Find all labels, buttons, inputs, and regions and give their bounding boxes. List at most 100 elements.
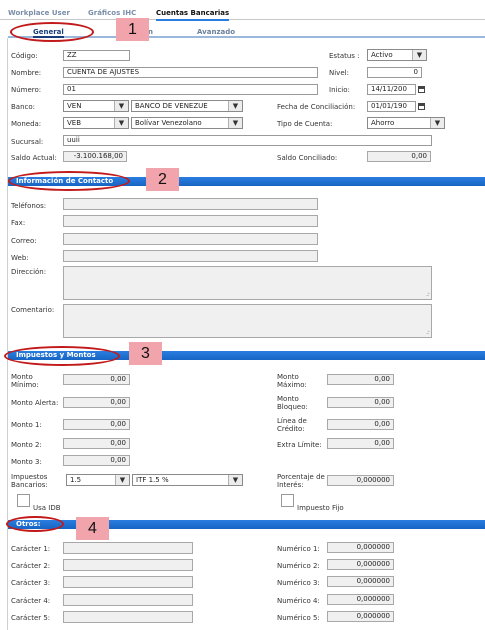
chevron-down-icon: ▼ <box>430 118 444 128</box>
chevron-down-icon: ▼ <box>228 475 242 485</box>
monto-1-field[interactable]: 0,00 <box>63 419 130 430</box>
banco-label: Banco: <box>11 103 36 111</box>
monto-maximo-label: Monto Máximo: <box>277 373 307 389</box>
estatus-select[interactable]: Activo ▼ <box>367 49 427 61</box>
saldo-actual-field: -3.100.168,00 <box>63 151 127 162</box>
moneda-label: Moneda: <box>11 120 42 128</box>
caracter-3-field[interactable] <box>63 576 193 588</box>
panel-left-border <box>7 38 8 630</box>
sucursal-label: Sucursal: <box>11 138 44 146</box>
monto-minimo-field[interactable]: 0,00 <box>63 374 130 385</box>
monto-alerta-label: Monto Alerta: <box>11 399 59 407</box>
annotation-ellipse-1 <box>10 22 94 42</box>
monto-alerta-field[interactable]: 0,00 <box>63 397 130 408</box>
caracter-2-label: Carácter 2: <box>11 562 51 570</box>
saldo-conciliado-label: Saldo Conciliado: <box>277 154 338 162</box>
numerico-1-label: Numérico 1: <box>277 545 320 553</box>
chevron-down-icon: ▼ <box>115 475 129 485</box>
estatus-label: Estatus : <box>329 52 360 60</box>
calendar-icon[interactable] <box>418 86 425 93</box>
chevron-down-icon: ▼ <box>114 101 128 111</box>
usa-idb-label: Usa IDB <box>33 504 61 512</box>
banco-name-value: BANCO DE VENEZUE <box>135 102 208 110</box>
numerico-4-field[interactable]: 0,000000 <box>327 594 394 605</box>
numero-label: Número: <box>11 86 42 94</box>
web-field[interactable] <box>63 250 318 262</box>
numerico-1-field[interactable]: 0,000000 <box>327 542 394 553</box>
numerico-4-label: Numérico 4: <box>277 597 320 605</box>
caracter-4-field[interactable] <box>63 594 193 606</box>
comentario-textarea[interactable]: .:· <box>63 304 432 338</box>
tab-workplace-user[interactable]: Workplace User <box>8 9 70 17</box>
direccion-textarea[interactable]: .:· <box>63 266 432 300</box>
fax-field[interactable] <box>63 215 318 227</box>
numero-field[interactable]: 01 <box>63 84 318 95</box>
annotation-ellipse-4 <box>6 516 64 532</box>
tipo-cuenta-select[interactable]: Ahorro ▼ <box>367 117 445 129</box>
subtab-avanzado[interactable]: Avanzado <box>197 28 235 36</box>
inicio-date-field[interactable]: 14/11/200 <box>367 84 416 95</box>
resize-grip-icon[interactable]: .:· <box>426 292 430 298</box>
porcentaje-interes-field[interactable]: 0,000000 <box>327 475 394 486</box>
banco-code-select[interactable]: VEN ▼ <box>63 100 129 112</box>
chevron-down-icon: ▼ <box>228 118 242 128</box>
nombre-field[interactable]: CUENTA DE AJUSTES <box>63 67 318 78</box>
usa-idb-checkbox[interactable] <box>17 494 30 507</box>
codigo-field[interactable]: ZZ <box>63 50 130 61</box>
linea-credito-label: Línea de Crédito: <box>277 417 307 433</box>
chevron-down-icon: ▼ <box>114 118 128 128</box>
impuesto-fijo-checkbox[interactable] <box>281 494 294 507</box>
numerico-5-field[interactable]: 0,000000 <box>327 611 394 622</box>
fecha-conciliacion-field[interactable]: 01/01/190 <box>367 101 416 112</box>
numerico-2-field[interactable]: 0,000000 <box>327 559 394 570</box>
annotation-ellipse-3 <box>4 346 120 366</box>
sucursal-field[interactable]: uuii <box>63 135 432 146</box>
monto-maximo-field[interactable]: 0,00 <box>327 374 394 385</box>
numerico-3-field[interactable]: 0,000000 <box>327 576 394 587</box>
annotation-ellipse-2 <box>8 171 130 191</box>
telefonos-field[interactable] <box>63 198 318 210</box>
monto-2-field[interactable]: 0,00 <box>63 438 130 449</box>
annotation-badge-3: 3 <box>129 342 162 365</box>
saldo-conciliado-field: 0,00 <box>367 151 431 162</box>
linea-credito-field[interactable]: 0,00 <box>327 419 394 430</box>
monto-2-label: Monto 2: <box>11 441 42 449</box>
telefonos-label: Teléfonos: <box>11 202 47 210</box>
numerico-2-label: Numérico 2: <box>277 562 320 570</box>
nivel-label: Nivel: <box>329 69 349 77</box>
porcentaje-interes-label: Porcentaje de Interés: <box>277 473 325 489</box>
moneda-code-value: VEB <box>67 119 82 127</box>
impuestos-name-select[interactable]: ITF 1.5 % ▼ <box>132 474 243 486</box>
top-tab-bar <box>0 0 485 20</box>
monto-3-label: Monto 3: <box>11 458 42 466</box>
resize-grip-icon[interactable]: .:· <box>426 330 430 336</box>
monto-3-field[interactable]: 0,00 <box>63 455 130 466</box>
caracter-1-field[interactable] <box>63 542 193 554</box>
moneda-name-select[interactable]: Bolívar Venezolano ▼ <box>131 117 243 129</box>
caracter-3-label: Carácter 3: <box>11 579 51 587</box>
inicio-label: Inicio: <box>329 86 350 94</box>
monto-bloqueo-label: Monto Bloqueo: <box>277 395 308 411</box>
annotation-badge-4: 4 <box>76 517 109 540</box>
chevron-down-icon: ▼ <box>412 50 426 60</box>
calendar-icon[interactable] <box>418 103 425 110</box>
annotation-badge-2: 2 <box>146 168 179 191</box>
banco-name-select[interactable]: BANCO DE VENEZUE ▼ <box>131 100 243 112</box>
tab-graficos-ihc[interactable]: Gráficos IHC <box>88 9 136 17</box>
saldo-actual-label: Saldo Actual: <box>11 154 57 162</box>
tab-cuentas-bancarias[interactable]: Cuentas Bancarias <box>156 9 230 21</box>
impuestos-code-select[interactable]: 1.5 ▼ <box>66 474 130 486</box>
extra-limite-field[interactable]: 0,00 <box>327 438 394 449</box>
estatus-value: Activo <box>371 51 393 59</box>
monto-bloqueo-field[interactable]: 0,00 <box>327 397 394 408</box>
impuesto-fijo-label: Impuesto Fijo <box>297 504 344 512</box>
caracter-2-field[interactable] <box>63 559 193 571</box>
caracter-1-label: Carácter 1: <box>11 545 51 553</box>
moneda-code-select[interactable]: VEB ▼ <box>63 117 129 129</box>
numerico-3-label: Numérico 3: <box>277 579 320 587</box>
caracter-5-field[interactable] <box>63 611 193 623</box>
direccion-label: Dirección: <box>11 268 47 276</box>
caracter-4-label: Carácter 4: <box>11 597 51 605</box>
correo-field[interactable] <box>63 233 318 245</box>
nivel-field[interactable]: 0 <box>367 67 422 78</box>
